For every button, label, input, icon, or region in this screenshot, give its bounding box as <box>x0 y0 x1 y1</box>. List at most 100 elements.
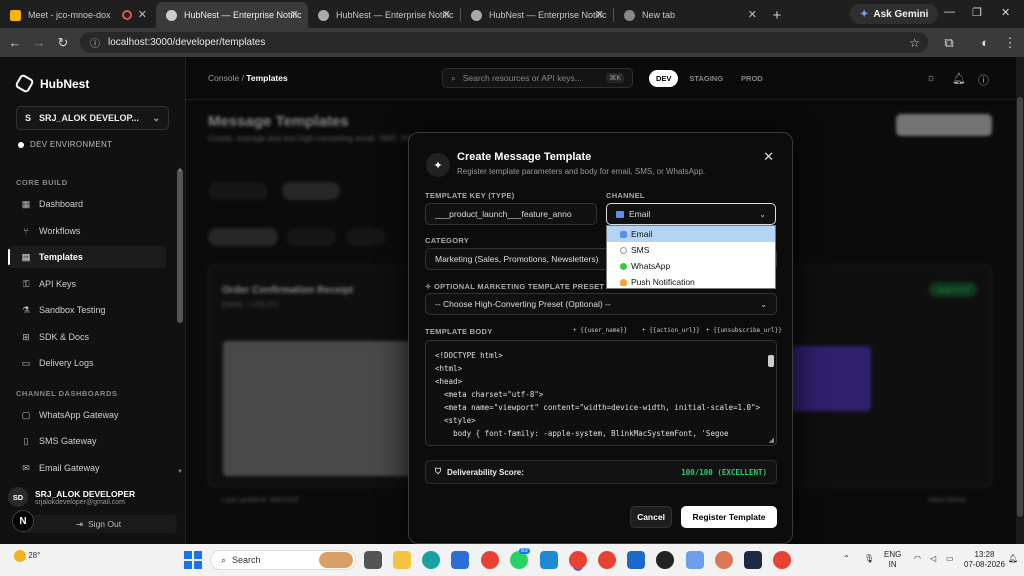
register-template-button[interactable]: Register Template <box>681 506 777 528</box>
microphone-icon[interactable]: 🎙︎ <box>864 554 874 564</box>
app-icon[interactable] <box>744 551 762 569</box>
battery-icon[interactable]: ▭ <box>946 554 954 564</box>
channel-option-email[interactable]: Email <box>607 226 775 242</box>
template-body-editor[interactable]: <!DOCTYPE html> <html> <head> <meta char… <box>425 340 777 446</box>
sidebar-scrollbar[interactable] <box>177 169 183 323</box>
address-bar[interactable]: ⓘ localhost:3000/developer/templates ☆ <box>80 32 928 53</box>
browser-tab-new[interactable]: New tab ✕ <box>614 2 766 28</box>
workspace-switcher[interactable]: S SRJ_ALOK DEVELOP... ⌄ <box>16 106 169 130</box>
sidebar-item-sms-gateway[interactable]: ▯ SMS Gateway <box>8 430 166 452</box>
ask-gemini-button[interactable]: ✦ Ask Gemini <box>850 4 939 24</box>
env-dev-tab[interactable]: DEV <box>649 69 679 87</box>
view-demo-link[interactable]: View Demo <box>928 495 966 504</box>
close-tab-icon[interactable]: ✕ <box>138 8 147 21</box>
filter-pill[interactable] <box>286 228 336 246</box>
back-icon[interactable]: ← <box>3 35 27 50</box>
close-tab-icon[interactable]: ✕ <box>290 8 299 21</box>
vscode-icon[interactable] <box>540 551 558 569</box>
search-input[interactable]: Search resources or API keys... <box>463 73 582 83</box>
scroll-up-icon[interactable]: ▲ <box>177 167 183 173</box>
insert-unsubscribe-url-button[interactable]: + {{unsubscribe_url}} <box>706 327 782 334</box>
bell-icon[interactable]: 🔔︎ <box>952 72 966 85</box>
insert-user-name-button[interactable]: + {{user_name}} <box>573 327 627 334</box>
browser-tab-hubnest[interactable]: HubNest — Enterprise Notific ✕ <box>308 2 460 28</box>
browser-tab-hubnest[interactable]: HubNest — Enterprise Notific ✕ <box>461 2 613 28</box>
filter-pill[interactable] <box>282 182 340 200</box>
weather-widget[interactable]: 28° <box>14 550 40 562</box>
notification-bell-icon[interactable]: 🔔︎ <box>1008 554 1018 564</box>
menu-kebab-icon[interactable]: ⋮ <box>998 35 1022 51</box>
browser-tab-hubnest-active[interactable]: HubNest — Enterprise Notific ✕ <box>156 2 308 28</box>
cancel-button[interactable]: Cancel <box>630 506 672 528</box>
language-indicator[interactable]: ENG IN <box>884 550 901 570</box>
sign-out-button[interactable]: ⇥ Sign Out <box>20 515 177 533</box>
scrollbar-thumb[interactable] <box>768 355 774 367</box>
chatgpt-icon[interactable] <box>656 551 674 569</box>
sidebar-item-workflows[interactable]: ⑂ Workflows <box>8 220 166 242</box>
template-body-code[interactable]: <!DOCTYPE html> <html> <head> <meta char… <box>435 349 765 440</box>
channel-option-sms[interactable]: SMS <box>607 242 775 258</box>
preset-select[interactable]: -- Choose High-Converting Preset (Option… <box>425 293 777 315</box>
search-bar[interactable]: ⌕ Search resources or API keys... ⌘K <box>442 68 633 88</box>
windows-start-icon[interactable] <box>184 551 202 569</box>
scrollbar-thumb[interactable] <box>1017 97 1023 517</box>
profile-icon[interactable]: ◐ <box>973 35 997 50</box>
minimize-icon[interactable]: — <box>944 6 955 18</box>
close-tab-icon[interactable]: ✕ <box>595 8 604 21</box>
wifi-icon[interactable]: ◠ <box>914 554 921 564</box>
env-prod-tab[interactable]: PROD <box>734 70 770 87</box>
chrome-icon[interactable] <box>481 551 499 569</box>
close-window-icon[interactable]: ✕ <box>1001 6 1010 19</box>
channel-select[interactable]: Email ⌄ <box>606 203 776 225</box>
extensions-icon[interactable]: ⧉ <box>937 35 961 51</box>
task-view-icon[interactable] <box>364 551 382 569</box>
volume-icon[interactable]: ◁ <box>930 554 936 564</box>
template-key-input[interactable]: ___product_launch___feature_anno <box>425 203 597 225</box>
brand-logo[interactable]: HubNest <box>14 73 89 94</box>
taskbar-search[interactable]: ⌕ Search <box>210 550 356 570</box>
new-tab-icon[interactable]: + <box>766 2 788 28</box>
site-info-icon[interactable]: ⓘ <box>90 35 100 50</box>
channel-option-whatsapp[interactable]: WhatsApp <box>607 258 775 274</box>
breadcrumb-console[interactable]: Console <box>208 73 239 83</box>
sidebar-item-templates[interactable]: ▤ Templates <box>8 246 166 268</box>
claude-icon[interactable] <box>715 551 733 569</box>
close-tab-icon[interactable]: ✕ <box>748 8 757 21</box>
channel-option-push[interactable]: Push Notification <box>607 274 775 290</box>
chrome-icon[interactable] <box>773 551 791 569</box>
filter-pill[interactable] <box>346 228 386 246</box>
store-icon[interactable] <box>451 551 469 569</box>
app-icon[interactable] <box>627 551 645 569</box>
insert-action-url-button[interactable]: + {{action_url}} <box>642 327 700 334</box>
chrome-active-icon[interactable] <box>569 551 587 569</box>
close-icon[interactable]: ✕ <box>763 149 774 165</box>
maximize-icon[interactable]: ❐ <box>972 6 982 19</box>
editor-scrollbar[interactable] <box>768 345 774 443</box>
scroll-down-icon[interactable]: ▼ <box>177 469 183 475</box>
arc-icon[interactable] <box>686 551 704 569</box>
resize-handle-icon[interactable]: ◢ <box>769 436 774 444</box>
edge-icon[interactable] <box>422 551 440 569</box>
sidebar-item-email-gateway[interactable]: ✉ Email Gateway <box>8 457 166 479</box>
sidebar-item-dashboard[interactable]: ▦ Dashboard <box>8 193 166 215</box>
sidebar-item-delivery-logs[interactable]: ▭ Delivery Logs <box>8 352 166 374</box>
nextjs-dev-badge[interactable]: N <box>12 510 34 532</box>
env-staging-tab[interactable]: STAGING <box>682 70 730 87</box>
page-scrollbar[interactable] <box>1016 57 1024 544</box>
create-template-button[interactable] <box>896 114 992 136</box>
sidebar-item-sdk-docs[interactable]: ⊞ SDK & Docs <box>8 326 166 348</box>
reload-icon[interactable]: ↻ <box>51 35 75 51</box>
chrome-profile-icon[interactable] <box>598 551 616 569</box>
clock[interactable]: 13:28 07-08-2026 <box>964 550 1005 570</box>
forward-icon[interactable]: → <box>27 35 51 50</box>
sidebar-item-sandbox-testing[interactable]: ⚗ Sandbox Testing <box>8 299 166 321</box>
browser-tab-meet[interactable]: Meet - jco-mnoe-dox ✕ <box>0 2 156 28</box>
filter-pill[interactable] <box>208 228 278 246</box>
theme-toggle-icon[interactable]: ☼ <box>926 72 936 84</box>
sidebar-item-api-keys[interactable]: ⚿ API Keys <box>8 273 166 295</box>
help-icon[interactable]: ⓘ <box>978 72 989 88</box>
file-explorer-icon[interactable] <box>393 551 411 569</box>
sidebar-item-whatsapp-gateway[interactable]: ▢ WhatsApp Gateway <box>8 404 166 426</box>
filter-pill[interactable] <box>208 182 268 200</box>
tray-chevron-icon[interactable]: ⌃ <box>843 554 850 564</box>
